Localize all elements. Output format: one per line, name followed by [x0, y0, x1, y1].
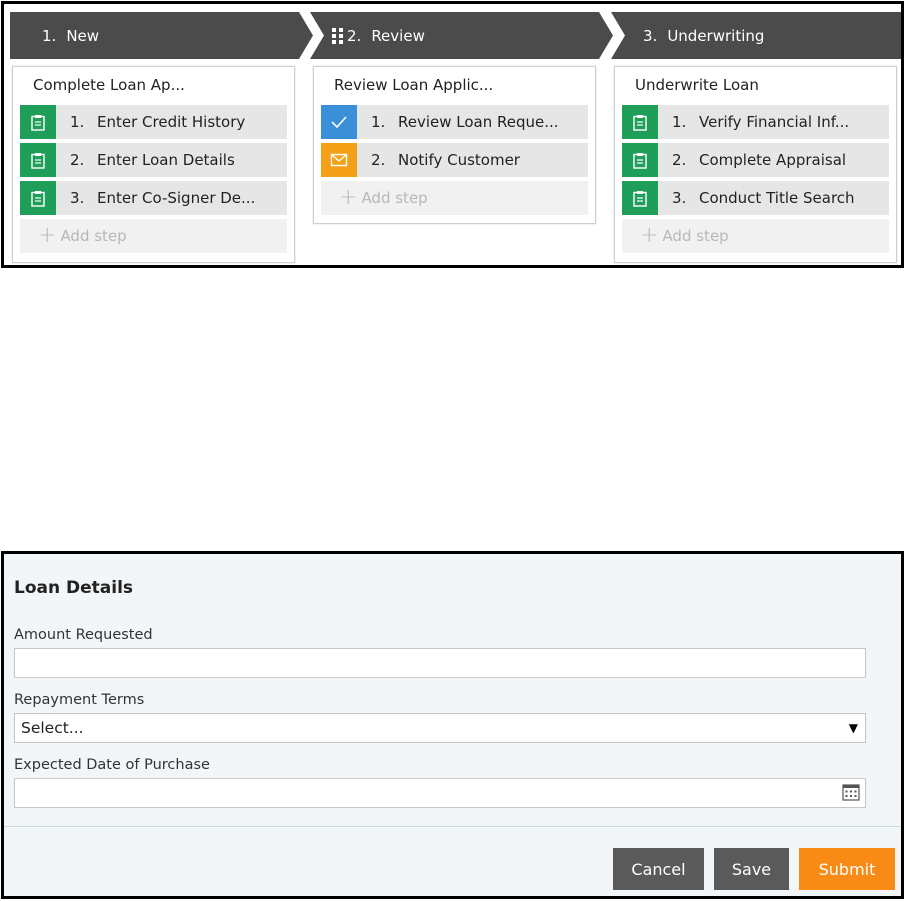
stage-number: 1.	[42, 26, 57, 45]
stage-number: 3.	[643, 26, 658, 45]
process-title[interactable]: Underwrite Loan	[615, 67, 896, 105]
step-label: Complete Appraisal	[699, 151, 847, 169]
step-row[interactable]: 3. Conduct Title Search	[622, 181, 889, 215]
expected-date-label: Expected Date of Purchase	[14, 757, 210, 773]
step-number: 2.	[70, 151, 85, 169]
stage-header-review[interactable]: 2. Review	[310, 12, 613, 59]
add-step-button[interactable]: + Add step	[622, 219, 889, 253]
plus-icon: +	[640, 223, 659, 248]
stage-name: New	[66, 26, 100, 45]
step-row[interactable]: 1. Review Loan Reque...	[321, 105, 588, 139]
step-label: Notify Customer	[398, 151, 520, 169]
save-button[interactable]: Save	[714, 848, 789, 890]
checkmark-icon	[321, 105, 357, 139]
add-step-label: Add step	[662, 227, 729, 245]
process-title[interactable]: Review Loan Applic...	[314, 67, 595, 105]
process-title[interactable]: Complete Loan Ap...	[13, 67, 294, 105]
step-label: Verify Financial Inf...	[699, 113, 850, 131]
clipboard-icon	[20, 143, 56, 177]
repayment-terms-select[interactable]: Select... ▼	[14, 713, 866, 743]
step-label: Enter Credit History	[97, 113, 246, 131]
dropdown-arrow-icon: ▼	[848, 721, 858, 735]
stage-number: 2.	[347, 26, 362, 45]
stage-name: Underwriting	[667, 26, 765, 45]
step-label: Review Loan Reque...	[398, 113, 559, 131]
plus-icon: +	[38, 223, 57, 248]
amount-requested-label: Amount Requested	[14, 627, 153, 643]
submit-button[interactable]: Submit	[799, 848, 895, 890]
stage-header-new[interactable]: 1. New	[10, 12, 313, 59]
process-card-underwriting: Underwrite Loan 1. Verify Financial Inf.…	[614, 66, 897, 263]
step-row[interactable]: 1. Verify Financial Inf...	[622, 105, 889, 139]
step-label: Enter Loan Details	[97, 151, 235, 169]
case-lifecycle-panel: 1. New 2. Review 3. Underwriting Complet…	[1, 1, 904, 268]
step-number: 2.	[672, 151, 687, 169]
clipboard-icon	[20, 105, 56, 139]
add-step-label: Add step	[60, 227, 127, 245]
step-label: Enter Co-Signer De...	[97, 189, 256, 207]
process-card-new: Complete Loan Ap... 1. Enter Credit Hist…	[12, 66, 295, 263]
amount-requested-input[interactable]	[14, 648, 866, 678]
step-row[interactable]: 2. Complete Appraisal	[622, 143, 889, 177]
expected-date-field	[4, 778, 901, 808]
loan-details-form: Loan Details Amount Requested Repayment …	[1, 551, 904, 899]
repayment-terms-label: Repayment Terms	[14, 692, 145, 708]
expected-date-input[interactable]	[14, 778, 866, 808]
step-row[interactable]: 2. Notify Customer	[321, 143, 588, 177]
clipboard-icon	[622, 105, 658, 139]
step-number: 3.	[70, 189, 85, 207]
process-card-review: Review Loan Applic... 1. Review Loan Req…	[313, 66, 596, 224]
step-number: 1.	[371, 113, 386, 131]
form-divider	[4, 826, 901, 827]
stage-name: Review	[371, 26, 425, 45]
cancel-button[interactable]: Cancel	[613, 848, 704, 890]
add-step-button[interactable]: + Add step	[20, 219, 287, 253]
drag-handle-icon[interactable]	[332, 27, 343, 44]
stage-header-underwriting[interactable]: 3. Underwriting	[611, 12, 901, 59]
repayment-terms-value: Select...	[21, 719, 84, 737]
envelope-icon	[321, 143, 357, 177]
add-step-label: Add step	[361, 189, 428, 207]
step-number: 1.	[672, 113, 687, 131]
clipboard-icon	[20, 181, 56, 215]
clipboard-icon	[622, 143, 658, 177]
calendar-icon[interactable]	[842, 783, 860, 805]
step-row[interactable]: 1. Enter Credit History	[20, 105, 287, 139]
step-label: Conduct Title Search	[699, 189, 855, 207]
step-number: 1.	[70, 113, 85, 131]
add-step-button[interactable]: + Add step	[321, 181, 588, 215]
plus-icon: +	[339, 185, 358, 210]
step-number: 2.	[371, 151, 386, 169]
clipboard-icon	[622, 181, 658, 215]
form-heading: Loan Details	[14, 578, 134, 598]
step-row[interactable]: 2. Enter Loan Details	[20, 143, 287, 177]
step-number: 3.	[672, 189, 687, 207]
step-row[interactable]: 3. Enter Co-Signer De...	[20, 181, 287, 215]
